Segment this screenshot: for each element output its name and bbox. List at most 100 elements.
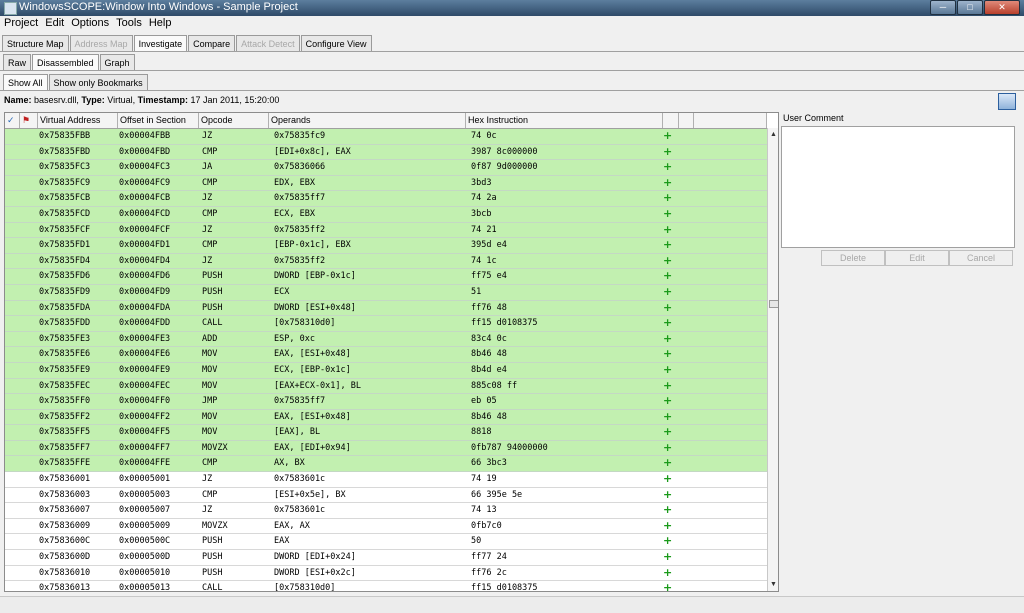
add-bookmark-icon[interactable]: + [663,581,672,591]
table-row[interactable]: 0x75835FD1 0x00004FD1 CMP [EBP-0x1c], EBX 39… [5,238,767,254]
table-row[interactable]: 0x75835FDA 0x00004FDA PUSH DWORD [ESI+0x48]… [5,300,767,317]
add-bookmark-icon[interactable]: + [663,160,672,174]
cancel-button[interactable]: Cancel [949,250,1013,266]
menu-tools[interactable]: Tools [112,16,145,29]
tab-graph[interactable]: Graph [99,54,135,70]
add-bookmark-icon[interactable]: + [663,472,672,486]
add-bookmark-icon[interactable]: + [663,425,672,439]
cell-virtual-address: 0x75835FDA [39,302,91,313]
col-opcode[interactable]: Opcode [199,113,269,128]
add-bookmark-icon[interactable]: + [663,394,672,408]
add-bookmark-icon[interactable]: + [663,332,672,346]
table-row[interactable]: 0x7583600C 0x0000500C PUSH EAX 50 + [5,534,767,551]
col-operands[interactable]: Operands [269,113,466,128]
tab-raw[interactable]: Raw [3,54,32,70]
table-row[interactable]: 0x75835FCD 0x00004FCD CMP ECX, EBX 3bcb + [5,206,767,223]
cell-virtual-address: 0x75835FCB [39,193,91,204]
tab-attack-detect[interactable]: Attack Detect [236,35,300,51]
cell-hex-instruction: 0f87 9d000000 [471,162,538,173]
add-bookmark-icon[interactable]: + [663,129,672,143]
add-bookmark-icon[interactable]: + [663,456,672,470]
tab-disassembled[interactable]: Disassembled [32,54,99,70]
col-hex-instruction[interactable]: Hex Instruction [466,113,663,128]
add-bookmark-icon[interactable]: + [663,316,672,330]
edit-button[interactable]: Edit [885,250,949,266]
add-bookmark-icon[interactable]: + [663,347,672,361]
cell-operands: [EAX+ECX-0x1], BL [274,380,361,391]
add-bookmark-icon[interactable]: + [663,550,672,564]
table-row[interactable]: 0x75835FCF 0x00004FCF JZ 0x75835ff2 74 21 + [5,222,767,239]
table-row[interactable]: 0x75835FFE 0x00004FFE CMP AX, BX 66 3bc3 + [5,456,767,473]
scroll-thumb[interactable] [769,300,778,308]
vertical-scrollbar[interactable]: ▲ ▼ [767,128,778,591]
add-bookmark-icon[interactable]: + [663,191,672,205]
tab-structure-map[interactable]: Structure Map [2,35,69,51]
cell-hex-instruction: 8b4d e4 [471,364,507,375]
tab-show-all[interactable]: Show All [3,74,48,90]
table-row[interactable]: 0x75835FE9 0x00004FE9 MOV ECX, [EBP-0x1c] 8b… [5,362,767,379]
table-row[interactable]: 0x75835FC9 0x00004FC9 CMP EDX, EBX 3bd3 + [5,175,767,192]
table-row[interactable]: 0x75835FC3 0x00004FC3 JA 0x75836066 0f87 9d0… [5,160,767,176]
table-row[interactable]: 0x75835FF7 0x00004FF7 MOVZX EAX, [EDI+0x94]… [5,440,767,457]
scroll-up-icon[interactable]: ▲ [768,129,778,140]
table-row[interactable]: 0x75835FCB 0x00004FCB JZ 0x75835ff7 74 2a + [5,191,767,207]
tab-show-bookmarks[interactable]: Show only Bookmarks [48,74,148,90]
add-bookmark-icon[interactable]: + [663,363,672,377]
table-row[interactable]: 0x75835FBB 0x00004FBB JZ 0x75835fc9 74 0c + [5,129,767,145]
add-bookmark-icon[interactable]: + [663,488,672,502]
tab-investigate[interactable]: Investigate [133,35,188,51]
maximize-button[interactable]: □ [957,0,983,15]
col-offset-in-section[interactable]: Offset in Section [118,113,199,128]
scroll-down-icon[interactable]: ▼ [768,579,778,590]
table-row[interactable]: 0x75836010 0x00005010 PUSH DWORD [ESI+0x2c]… [5,565,767,582]
add-bookmark-icon[interactable]: + [663,285,672,299]
menu-edit[interactable]: Edit [41,16,67,29]
table-row[interactable]: 0x75835FD9 0x00004FD9 PUSH ECX 51 + [5,284,767,301]
flag-column-header[interactable]: ⚑ [20,113,38,128]
add-bookmark-icon[interactable]: + [663,207,672,221]
add-bookmark-icon[interactable]: + [663,410,672,424]
table-row[interactable]: 0x75836003 0x00005003 CMP [ESI+0x5e], BX 66 … [5,487,767,504]
add-bookmark-icon[interactable]: + [663,223,672,237]
add-bookmark-icon[interactable]: + [663,441,672,455]
close-button[interactable]: ✕ [984,0,1020,15]
add-bookmark-icon[interactable]: + [663,301,672,315]
user-comment-input[interactable] [781,126,1015,248]
add-bookmark-icon[interactable]: + [663,379,672,393]
table-row[interactable]: 0x75835FF2 0x00004FF2 MOV EAX, [ESI+0x48] 8b… [5,409,767,426]
add-bookmark-icon[interactable]: + [663,566,672,580]
add-bookmark-icon[interactable]: + [663,519,672,533]
table-row[interactable]: 0x75835FE3 0x00004FE3 ADD ESP, 0xc 83c4 0c + [5,331,767,348]
table-row[interactable]: 0x75836007 0x00005007 JZ 0x7583601c 74 13 + [5,503,767,519]
add-bookmark-icon[interactable]: + [663,254,672,268]
table-row[interactable]: 0x75836001 0x00005001 JZ 0x7583601c 74 19 + [5,472,767,488]
table-row[interactable]: 0x75835FDD 0x00004FDD CALL [0x758310d0] ff15… [5,316,767,332]
table-row[interactable]: 0x75835FF0 0x00004FF0 JMP 0x75835ff7 eb 05 + [5,394,767,410]
menu-options[interactable]: Options [67,16,112,29]
table-row[interactable]: 0x75835FF5 0x00004FF5 MOV [EAX], BL 8818 + [5,425,767,441]
table-row[interactable]: 0x7583600D 0x0000500D PUSH DWORD [EDI+0x24]… [5,550,767,566]
table-row[interactable]: 0x75835FBD 0x00004FBD CMP [EDI+0x8c], EAX 39… [5,144,767,161]
tab-address-map[interactable]: Address Map [69,35,133,51]
tab-configure-view[interactable]: Configure View [300,35,372,51]
table-row[interactable]: 0x75836013 0x00005013 CALL [0x758310d0] ff15… [5,581,767,591]
table-row[interactable]: 0x75835FD4 0x00004FD4 JZ 0x75835ff2 74 1c + [5,253,767,270]
table-row[interactable]: 0x75835FD6 0x00004FD6 PUSH DWORD [EBP-0x1c]… [5,269,767,285]
table-row[interactable]: 0x75836009 0x00005009 MOVZX EAX, AX 0fb7c0 + [5,518,767,535]
table-row[interactable]: 0x75835FEC 0x00004FEC MOV [EAX+ECX-0x1], BL… [5,378,767,395]
add-bookmark-icon[interactable]: + [663,176,672,190]
bookmark-column-header[interactable]: ✓ [5,113,20,128]
table-row[interactable]: 0x75835FE6 0x00004FE6 MOV EAX, [ESI+0x48] 8b… [5,347,767,363]
tab-compare[interactable]: Compare [188,35,236,51]
minimize-button[interactable]: ─ [930,0,956,15]
add-bookmark-icon[interactable]: + [663,269,672,283]
menu-project[interactable]: Project [0,16,41,29]
col-virtual-address[interactable]: Virtual Address [38,113,118,128]
edit-comment-icon[interactable] [998,93,1016,110]
add-bookmark-icon[interactable]: + [663,238,672,252]
menu-help[interactable]: Help [145,16,175,29]
add-bookmark-icon[interactable]: + [663,534,672,548]
delete-button[interactable]: Delete [821,250,885,266]
add-bookmark-icon[interactable]: + [663,145,672,159]
add-bookmark-icon[interactable]: + [663,503,672,517]
